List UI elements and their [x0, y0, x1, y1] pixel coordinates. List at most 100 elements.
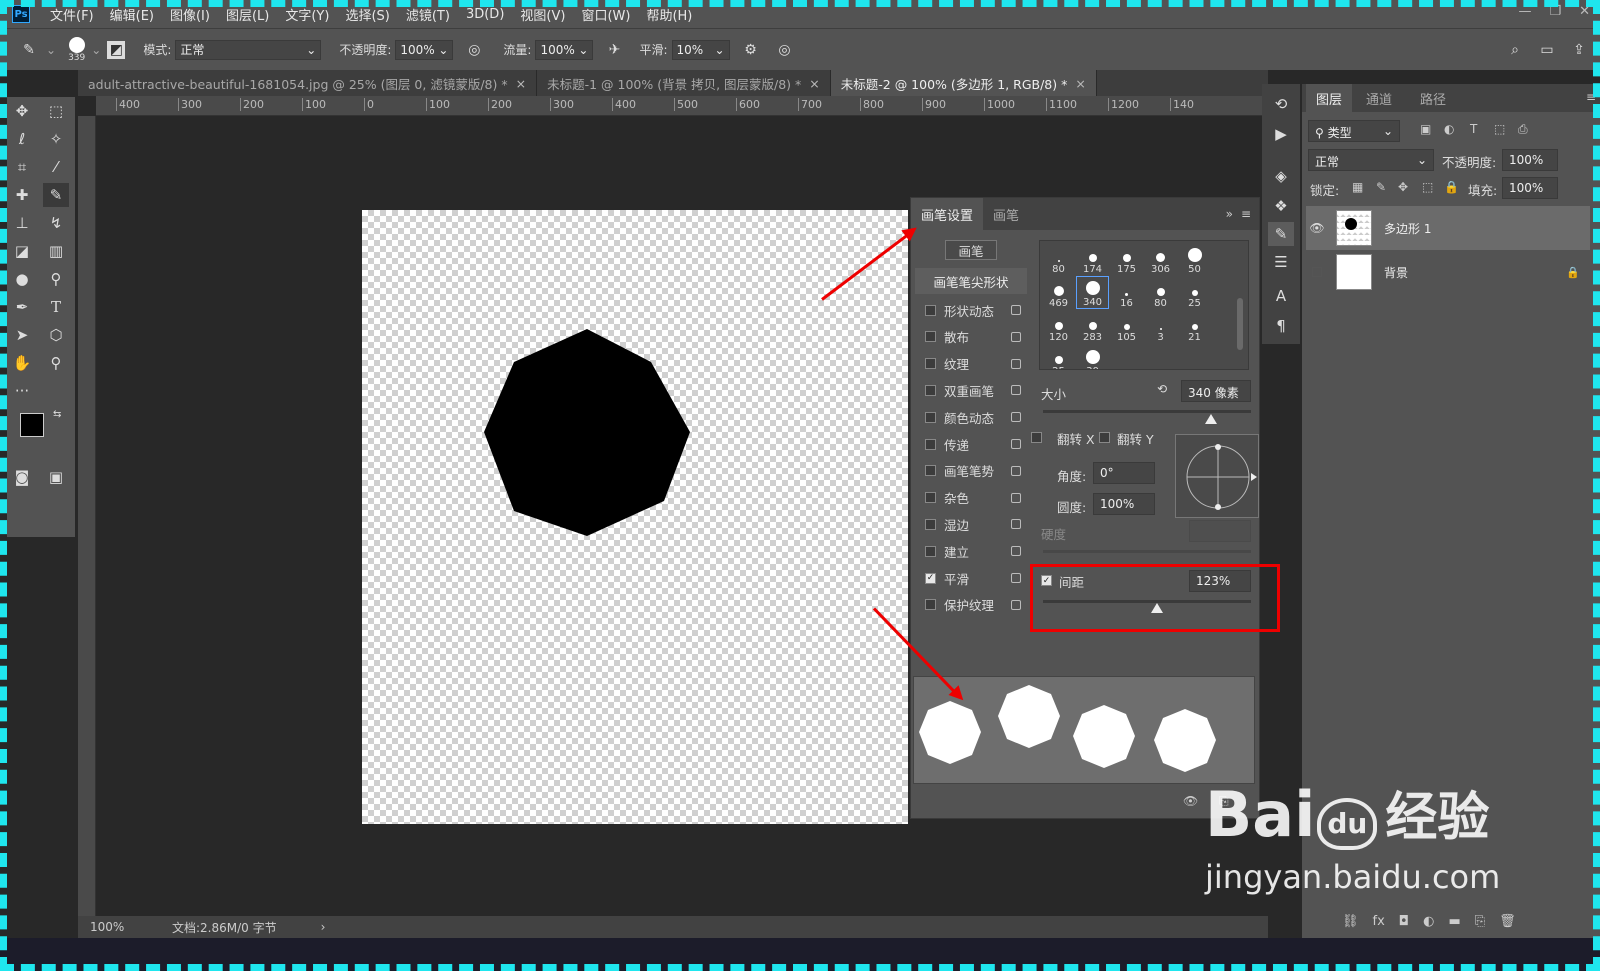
- menu-file[interactable]: 文件(F): [42, 5, 102, 24]
- brush-tip[interactable]: 120: [1042, 310, 1075, 343]
- toggle-preview-icon[interactable]: 👁: [1183, 794, 1198, 808]
- actions-play-icon[interactable]: ▶: [1268, 122, 1294, 146]
- layer-name[interactable]: 背景: [1384, 264, 1408, 281]
- filter-pixel-icon[interactable]: ▣: [1420, 122, 1431, 136]
- size-slider-track[interactable]: [1043, 410, 1251, 413]
- angle-roundness-preview[interactable]: [1175, 434, 1259, 518]
- mode-select[interactable]: 正常 ⌄: [175, 39, 322, 60]
- close-icon[interactable]: ×: [1075, 76, 1085, 91]
- workspace-icon[interactable]: ▭: [1536, 39, 1558, 61]
- menu-edit[interactable]: 编辑(E): [102, 5, 162, 24]
- brush-settings-icon[interactable]: ✎: [1268, 222, 1294, 246]
- option-checkbox[interactable]: [925, 384, 936, 396]
- more-tools-icon[interactable]: ···: [9, 379, 35, 403]
- brush-tip[interactable]: 175: [1110, 242, 1143, 275]
- brush-tool-icon[interactable]: ✎: [43, 183, 69, 207]
- lock-icon[interactable]: [1011, 573, 1021, 583]
- lock-icon[interactable]: [1011, 599, 1021, 610]
- lock-icon[interactable]: [1011, 492, 1021, 503]
- brush-option-row[interactable]: 传递: [915, 432, 1027, 456]
- lock-artboard-icon[interactable]: ⬚: [1422, 180, 1433, 194]
- tab-channels[interactable]: 通道: [1356, 84, 1402, 112]
- brush-option-row[interactable]: 散布: [915, 325, 1027, 349]
- menu-image[interactable]: 图像(I): [162, 5, 218, 24]
- option-checkbox[interactable]: [925, 545, 936, 557]
- layer-filter-select[interactable]: ⚲ 类型 ⌄: [1308, 120, 1400, 142]
- roundness-input[interactable]: 100%: [1093, 493, 1155, 515]
- option-checkbox[interactable]: [925, 599, 936, 611]
- opacity-input[interactable]: 100% ⌄: [395, 39, 454, 60]
- quick-mask-icon[interactable]: ◙: [9, 465, 35, 489]
- lock-icon[interactable]: [1011, 546, 1021, 557]
- close-icon[interactable]: ×: [809, 76, 819, 91]
- collapse-icon[interactable]: »: [1226, 207, 1233, 221]
- option-checkbox[interactable]: [925, 411, 936, 423]
- lock-icon[interactable]: [1011, 519, 1021, 530]
- flow-input[interactable]: 100% ⌄: [535, 39, 594, 60]
- magic-wand-tool-icon[interactable]: ✧: [43, 127, 69, 151]
- close-icon[interactable]: ×: [516, 76, 526, 91]
- brush-option-row[interactable]: 纹理: [915, 352, 1027, 376]
- 3d-icon[interactable]: ◈: [1268, 164, 1294, 188]
- lock-icon[interactable]: [1011, 305, 1021, 315]
- panel-menu-icon[interactable]: ≡: [1586, 90, 1596, 104]
- brush-tip[interactable]: 50: [1178, 242, 1211, 275]
- tab-document-1[interactable]: adult-attractive-beautiful-1681054.jpg @…: [78, 70, 538, 96]
- hand-tool-icon[interactable]: ✋: [9, 351, 35, 375]
- lock-icon[interactable]: [1011, 358, 1021, 369]
- flip-y-checkbox[interactable]: [1099, 432, 1110, 443]
- restore-icon[interactable]: ❐: [1549, 4, 1561, 19]
- option-checkbox[interactable]: [925, 358, 936, 370]
- brush-tip[interactable]: 306: [1144, 242, 1177, 275]
- blend-mode-select[interactable]: 正常 ⌄: [1308, 149, 1434, 171]
- filter-shape-icon[interactable]: ⬚: [1494, 122, 1505, 136]
- brush-tip[interactable]: 80: [1144, 276, 1177, 309]
- menu-window[interactable]: 窗口(W): [573, 5, 638, 24]
- character-icon[interactable]: A: [1268, 284, 1294, 308]
- menu-layer[interactable]: 图层(L): [218, 5, 277, 24]
- menu-select[interactable]: 选择(S): [337, 5, 397, 24]
- flip-x-checkbox[interactable]: [1031, 432, 1042, 443]
- reset-size-icon[interactable]: ⟲: [1157, 382, 1167, 396]
- fill-input[interactable]: 100%: [1502, 177, 1558, 199]
- brush-option-row[interactable]: ✓ 平滑: [915, 566, 1027, 590]
- brush-option-row[interactable]: 画笔笔势: [915, 459, 1027, 483]
- menu-3d[interactable]: 3D(D): [458, 7, 512, 22]
- option-checkbox[interactable]: [925, 438, 936, 450]
- tab-document-3[interactable]: 未标题-2 @ 100% (多边形 1, RGB/8) * ×: [830, 70, 1097, 96]
- brush-tip[interactable]: 30: [1076, 344, 1109, 369]
- stamp-tool-icon[interactable]: ⊥: [9, 211, 35, 235]
- filter-type-icon[interactable]: T: [1470, 122, 1477, 136]
- lock-image-icon[interactable]: ✎: [1376, 180, 1386, 194]
- brush-tip[interactable]: 16: [1110, 276, 1143, 309]
- layer-name[interactable]: 多边形 1: [1384, 220, 1431, 237]
- lock-position-icon[interactable]: ✥: [1398, 180, 1408, 194]
- shape-tool-icon[interactable]: ⬡: [43, 323, 69, 347]
- lock-icon[interactable]: [1011, 439, 1021, 449]
- zoom-level[interactable]: 100%: [90, 920, 140, 934]
- paragraph-icon[interactable]: ¶: [1268, 314, 1294, 338]
- size-slider-handle[interactable]: [1205, 414, 1217, 424]
- option-checkbox[interactable]: [925, 518, 936, 530]
- hardness-input[interactable]: [1189, 520, 1251, 542]
- visibility-toggle[interactable]: [1306, 267, 1328, 277]
- brush-tip[interactable]: 25: [1178, 276, 1211, 309]
- brush-option-row[interactable]: 杂色: [915, 486, 1027, 510]
- chevron-down-icon[interactable]: ⌄: [46, 43, 56, 57]
- brush-option-row[interactable]: 保护纹理: [915, 593, 1027, 617]
- brush-tip[interactable]: 25: [1042, 344, 1075, 369]
- minimize-icon[interactable]: —: [1518, 4, 1531, 19]
- gradient-tool-icon[interactable]: ▥: [43, 239, 69, 263]
- brush-tip[interactable]: 174: [1076, 242, 1109, 275]
- eye-icon[interactable]: 👁: [1306, 221, 1328, 235]
- menu-view[interactable]: 视图(V): [512, 5, 573, 24]
- brush-tip[interactable]: 283: [1076, 310, 1109, 343]
- angle-input[interactable]: 0°: [1093, 462, 1155, 484]
- brush-tip[interactable]: 469: [1042, 276, 1075, 309]
- brush-preset-picker[interactable]: 339: [68, 36, 85, 63]
- octagon-shape[interactable]: [362, 210, 908, 824]
- close-icon[interactable]: ✕: [1579, 4, 1590, 19]
- airbrush-icon[interactable]: ✈: [603, 39, 625, 61]
- tips-scrollbar[interactable]: [1237, 298, 1243, 350]
- brush-tip[interactable]: 3: [1144, 310, 1177, 343]
